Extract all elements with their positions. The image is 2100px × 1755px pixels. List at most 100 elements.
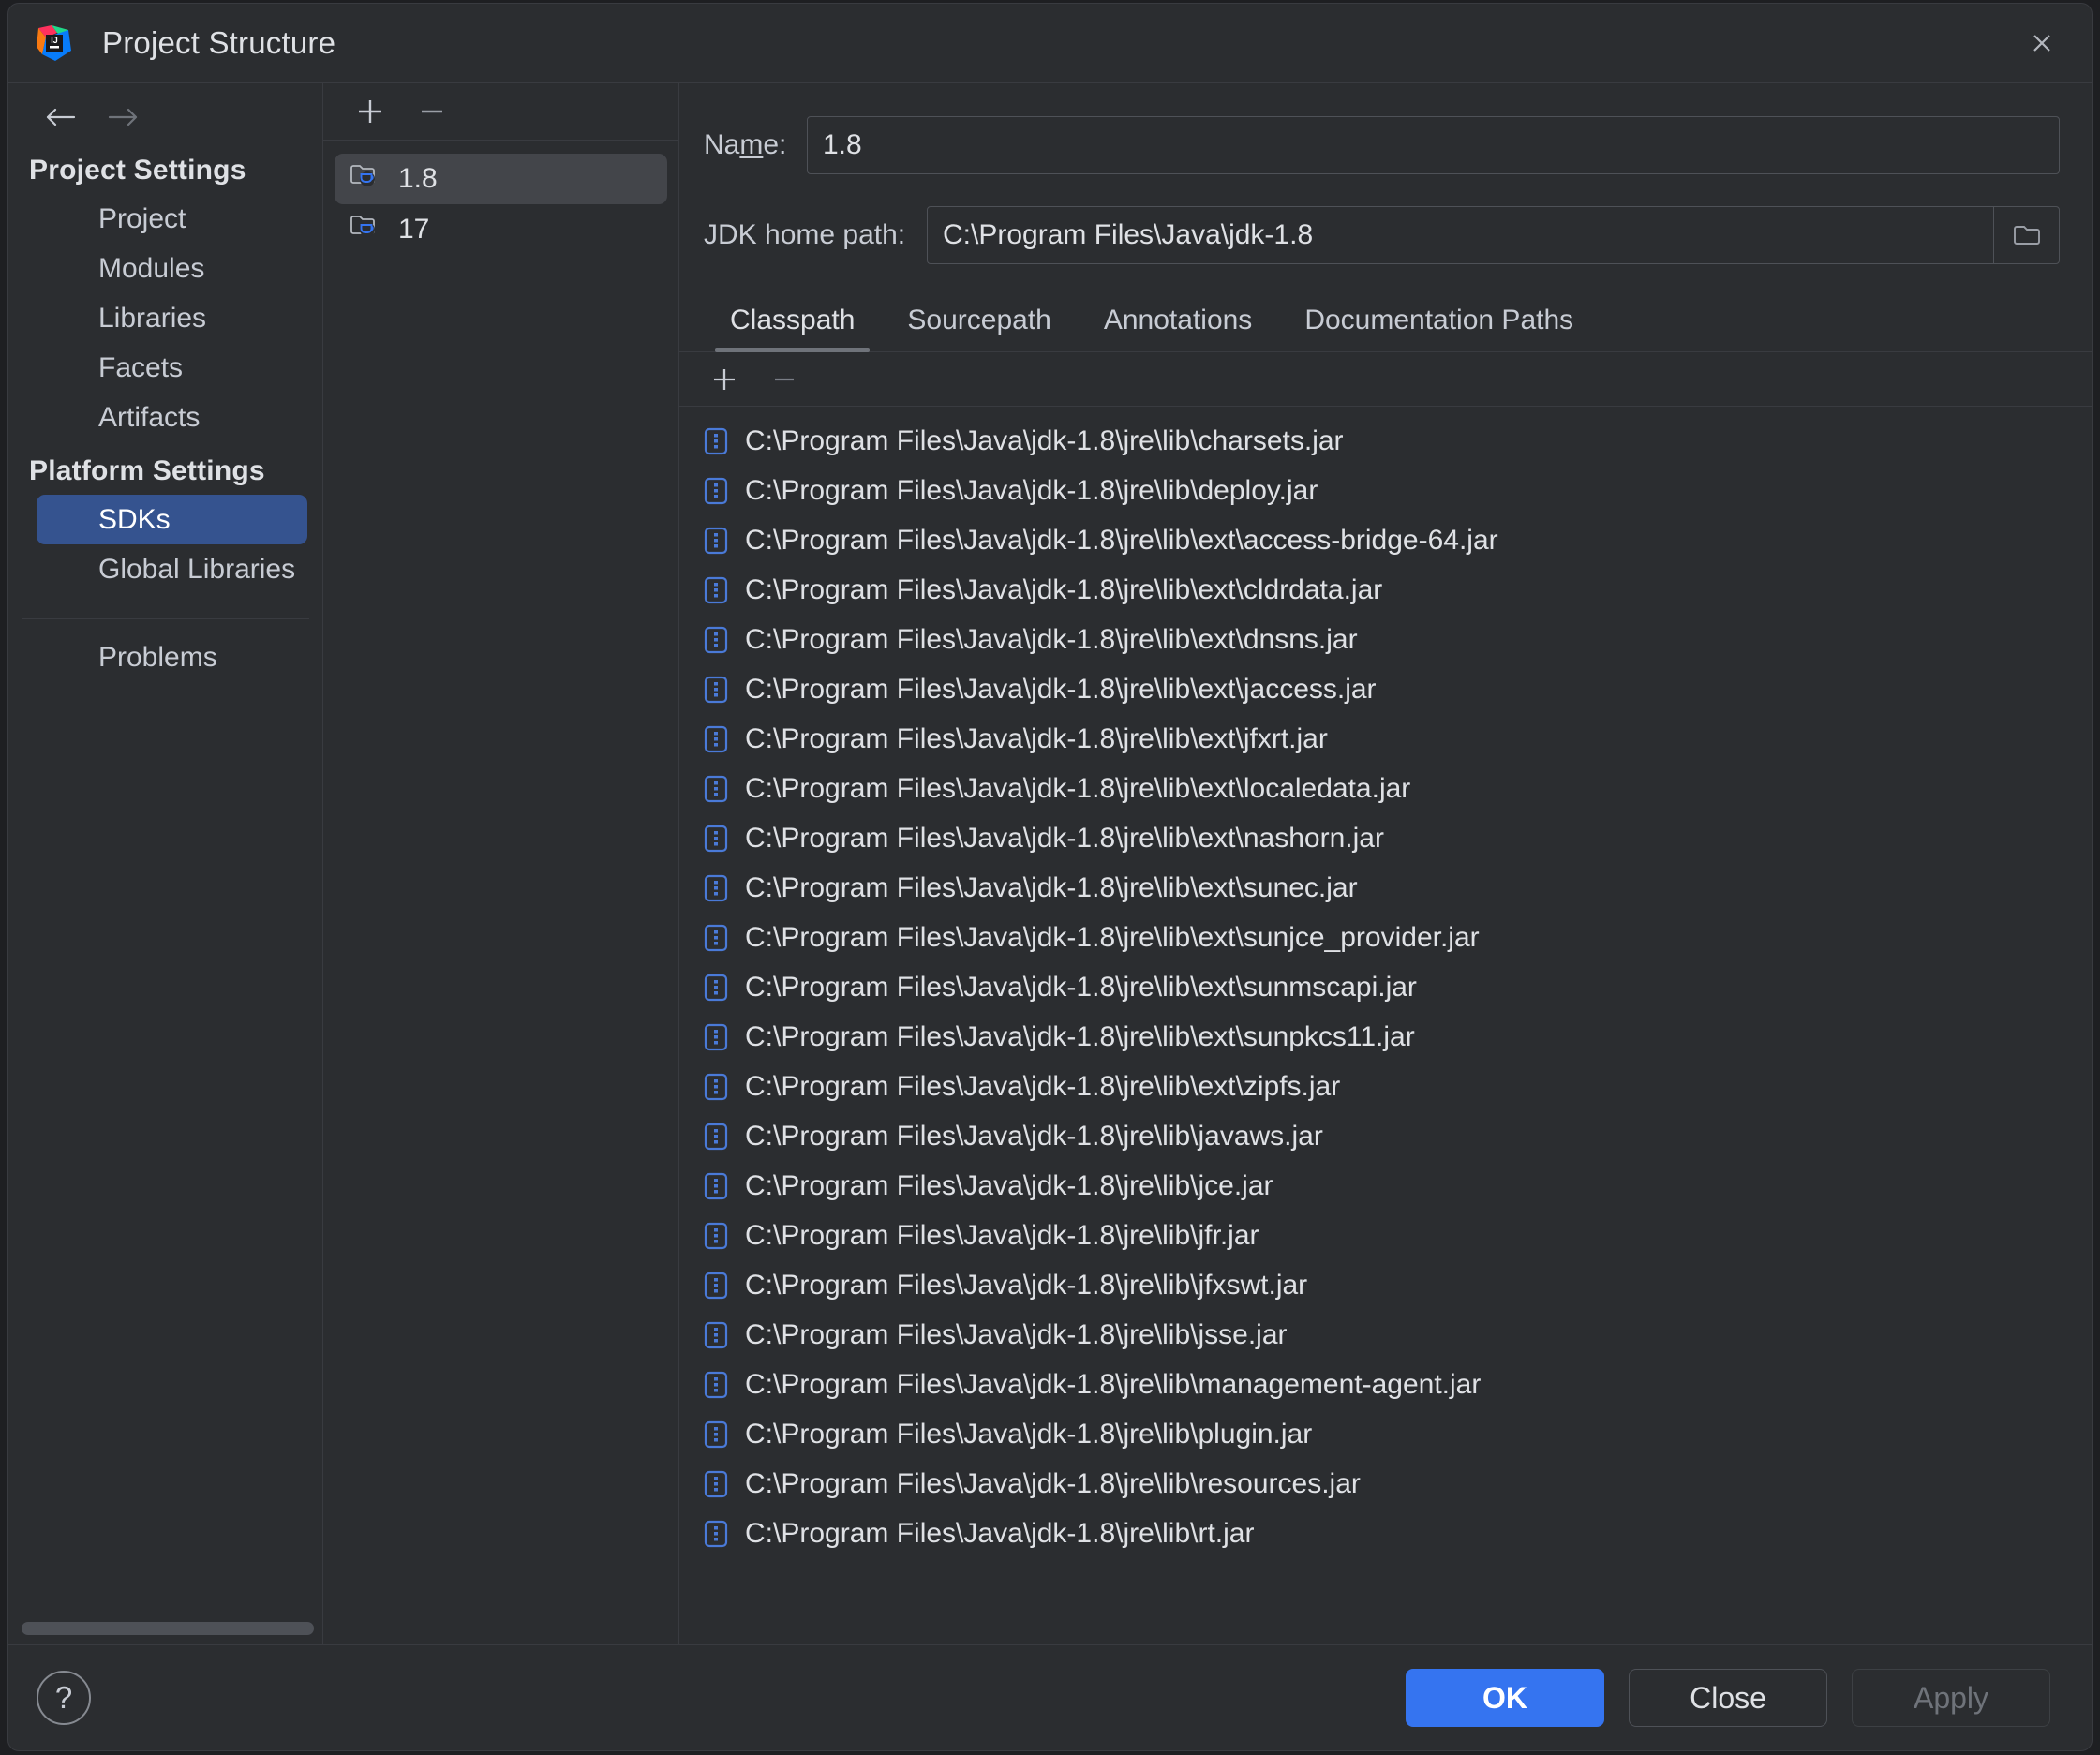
classpath-entry-label: C:\Program Files\Java\jdk-1.8\jre\lib\ex… bbox=[745, 772, 1411, 804]
tab-sourcepath[interactable]: Sourcepath bbox=[881, 297, 1077, 351]
classpath-entry[interactable]: C:\Program Files\Java\jdk-1.8\jre\lib\jc… bbox=[704, 1161, 2092, 1211]
classpath-entry[interactable]: C:\Program Files\Java\jdk-1.8\jre\lib\ex… bbox=[704, 615, 2092, 664]
classpath-entry-label: C:\Program Files\Java\jdk-1.8\jre\lib\ja… bbox=[745, 1120, 1323, 1152]
classpath-entry[interactable]: C:\Program Files\Java\jdk-1.8\jre\lib\pl… bbox=[704, 1409, 2092, 1459]
classpath-entry[interactable]: C:\Program Files\Java\jdk-1.8\jre\lib\ex… bbox=[704, 1012, 2092, 1062]
classpath-entry-label: C:\Program Files\Java\jdk-1.8\jre\lib\ex… bbox=[745, 1070, 1341, 1102]
sidebar-item-project[interactable]: Project bbox=[8, 194, 322, 244]
title-bar: IJ Project Structure bbox=[8, 4, 2092, 82]
dialog-title: Project Structure bbox=[102, 25, 336, 60]
help-glyph: ? bbox=[54, 1680, 73, 1715]
sdk-items: 1.8 17 bbox=[323, 141, 678, 255]
close-button[interactable]: Close bbox=[1629, 1669, 1827, 1727]
name-label: Name: bbox=[704, 129, 787, 160]
jar-archive-icon bbox=[704, 874, 728, 902]
classpath-entry[interactable]: C:\Program Files\Java\jdk-1.8\jre\lib\ex… bbox=[704, 664, 2092, 714]
jdk-home-path-field[interactable]: C:\Program Files\Java\jdk-1.8 bbox=[927, 206, 2060, 264]
sdk-list-item-label: 1.8 bbox=[398, 163, 438, 194]
jar-archive-icon bbox=[704, 1123, 728, 1151]
classpath-entry[interactable]: C:\Program Files\Java\jdk-1.8\jre\lib\re… bbox=[704, 1459, 2092, 1509]
classpath-entry[interactable]: C:\Program Files\Java\jdk-1.8\jre\lib\ma… bbox=[704, 1360, 2092, 1409]
section-heading-platform-settings: Platform Settings bbox=[29, 455, 265, 486]
classpath-toolbar bbox=[679, 352, 2092, 407]
tab-classpath[interactable]: Classpath bbox=[704, 297, 881, 352]
classpath-entry-label: C:\Program Files\Java\jdk-1.8\jre\lib\ex… bbox=[745, 673, 1377, 705]
tab-annotations[interactable]: Annotations bbox=[1078, 297, 1278, 351]
arrow-left-icon[interactable] bbox=[42, 105, 80, 129]
classpath-entry[interactable]: C:\Program Files\Java\jdk-1.8\jre\lib\ex… bbox=[704, 813, 2092, 863]
classpath-entry[interactable]: C:\Program Files\Java\jdk-1.8\jre\lib\ex… bbox=[704, 962, 2092, 1012]
sidebar-item-libraries[interactable]: Libraries bbox=[8, 293, 322, 343]
jar-archive-icon bbox=[704, 1420, 728, 1449]
dialog-footer: ? OK Close Apply bbox=[8, 1644, 2092, 1750]
sidebar-item-global-libraries[interactable]: Global Libraries bbox=[8, 544, 322, 594]
svg-text:IJ: IJ bbox=[51, 36, 58, 45]
jar-archive-icon bbox=[704, 576, 728, 604]
classpath-entry[interactable]: C:\Program Files\Java\jdk-1.8\jre\lib\jf… bbox=[704, 1260, 2092, 1310]
jar-archive-icon bbox=[704, 1023, 728, 1051]
minus-icon[interactable] bbox=[764, 359, 805, 400]
sidebar-item-artifacts[interactable]: Artifacts bbox=[8, 393, 322, 442]
classpath-entry[interactable]: C:\Program Files\Java\jdk-1.8\jre\lib\jf… bbox=[704, 1211, 2092, 1260]
classpath-entry[interactable]: C:\Program Files\Java\jdk-1.8\jre\lib\ja… bbox=[704, 1111, 2092, 1161]
classpath-entry[interactable]: C:\Program Files\Java\jdk-1.8\jre\lib\ex… bbox=[704, 863, 2092, 913]
jdk-home-path-value: C:\Program Files\Java\jdk-1.8 bbox=[943, 219, 1314, 250]
classpath-entry-label: C:\Program Files\Java\jdk-1.8\jre\lib\ma… bbox=[745, 1368, 1482, 1400]
jar-archive-icon bbox=[704, 1371, 728, 1399]
classpath-entry[interactable]: C:\Program Files\Java\jdk-1.8\jre\lib\ch… bbox=[704, 416, 2092, 466]
classpath-entry[interactable]: C:\Program Files\Java\jdk-1.8\jre\lib\ex… bbox=[704, 565, 2092, 615]
jar-archive-icon bbox=[704, 676, 728, 704]
close-icon[interactable] bbox=[2020, 22, 2063, 65]
jar-archive-icon bbox=[704, 527, 728, 555]
classpath-entry-list[interactable]: C:\Program Files\Java\jdk-1.8\jre\lib\ch… bbox=[679, 407, 2092, 1644]
classpath-entry-label: C:\Program Files\Java\jdk-1.8\jre\lib\ex… bbox=[745, 971, 1417, 1003]
classpath-entry-label: C:\Program Files\Java\jdk-1.8\jre\lib\de… bbox=[745, 474, 1318, 506]
jar-archive-icon bbox=[704, 1272, 728, 1300]
sidebar-item-sdks[interactable]: SDKs bbox=[37, 495, 307, 544]
jar-archive-icon bbox=[704, 725, 728, 753]
classpath-entry-label: C:\Program Files\Java\jdk-1.8\jre\lib\ex… bbox=[745, 722, 1328, 754]
intellij-idea-logo-icon: IJ bbox=[33, 22, 74, 64]
jar-archive-icon bbox=[704, 1520, 728, 1548]
arrow-right-icon[interactable] bbox=[104, 105, 141, 129]
classpath-entry-label: C:\Program Files\Java\jdk-1.8\jre\lib\jc… bbox=[745, 1169, 1273, 1201]
jar-archive-icon bbox=[704, 626, 728, 654]
classpath-entry-label: C:\Program Files\Java\jdk-1.8\jre\lib\ex… bbox=[745, 524, 1498, 556]
name-input[interactable]: 1.8 bbox=[807, 116, 2060, 174]
classpath-entry[interactable]: C:\Program Files\Java\jdk-1.8\jre\lib\ex… bbox=[704, 714, 2092, 764]
classpath-entry-label: C:\Program Files\Java\jdk-1.8\jre\lib\re… bbox=[745, 1467, 1361, 1499]
sdk-list-item[interactable]: 17 bbox=[335, 204, 667, 255]
classpath-entry[interactable]: C:\Program Files\Java\jdk-1.8\jre\lib\rt… bbox=[704, 1509, 2092, 1558]
jar-archive-icon bbox=[704, 1222, 728, 1250]
classpath-entry-label: C:\Program Files\Java\jdk-1.8\jre\lib\ex… bbox=[745, 1020, 1415, 1052]
question-mark-icon[interactable]: ? bbox=[37, 1671, 91, 1725]
jar-archive-icon bbox=[704, 825, 728, 853]
classpath-entry-label: C:\Program Files\Java\jdk-1.8\jre\lib\jf… bbox=[745, 1219, 1259, 1251]
plus-icon[interactable] bbox=[704, 359, 745, 400]
ok-button[interactable]: OK bbox=[1406, 1669, 1604, 1727]
classpath-entry[interactable]: C:\Program Files\Java\jdk-1.8\jre\lib\ex… bbox=[704, 913, 2092, 962]
dialog-body: Project Settings Project Modules Librari… bbox=[8, 82, 2092, 1644]
minus-icon[interactable] bbox=[411, 91, 453, 132]
classpath-entry[interactable]: C:\Program Files\Java\jdk-1.8\jre\lib\ex… bbox=[704, 515, 2092, 565]
plus-icon[interactable] bbox=[350, 91, 391, 132]
classpath-entry[interactable]: C:\Program Files\Java\jdk-1.8\jre\lib\ex… bbox=[704, 1062, 2092, 1111]
sidebar-item-facets[interactable]: Facets bbox=[8, 343, 322, 393]
name-input-value: 1.8 bbox=[823, 129, 862, 160]
sidebar-horizontal-scrollbar[interactable] bbox=[22, 1622, 314, 1635]
jar-archive-icon bbox=[704, 477, 728, 505]
sidebar-item-modules[interactable]: Modules bbox=[8, 244, 322, 293]
classpath-entry[interactable]: C:\Program Files\Java\jdk-1.8\jre\lib\js… bbox=[704, 1310, 2092, 1360]
classpath-entry[interactable]: C:\Program Files\Java\jdk-1.8\jre\lib\de… bbox=[704, 466, 2092, 515]
folder-icon[interactable] bbox=[1993, 207, 2059, 263]
tab-documentation-paths[interactable]: Documentation Paths bbox=[1278, 297, 1600, 351]
sidebar-item-problems[interactable]: Problems bbox=[8, 632, 322, 682]
jar-archive-icon bbox=[704, 924, 728, 952]
classpath-entry[interactable]: C:\Program Files\Java\jdk-1.8\jre\lib\ex… bbox=[704, 764, 2092, 813]
sdk-list-toolbar bbox=[323, 82, 678, 141]
sdk-list-item-label: 17 bbox=[398, 214, 430, 245]
jdk-folder-icon bbox=[350, 213, 380, 246]
jar-archive-icon bbox=[704, 1321, 728, 1349]
jdk-folder-icon bbox=[350, 162, 380, 196]
sdk-list-item[interactable]: 1.8 bbox=[335, 154, 667, 204]
